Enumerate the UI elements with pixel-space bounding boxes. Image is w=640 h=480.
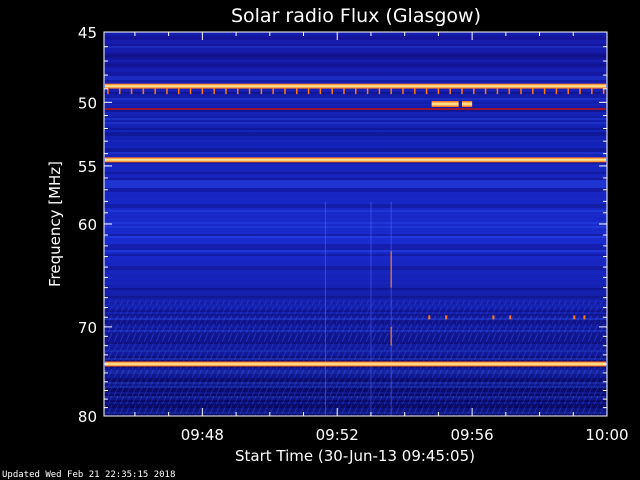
y-tick-label-5: 80 xyxy=(78,408,97,426)
burst-dot xyxy=(509,315,512,320)
bright-band-2 xyxy=(105,361,606,367)
x-tick-label-2: 09:56 xyxy=(451,426,494,444)
burst-blob xyxy=(462,100,473,107)
bright-band-0 xyxy=(105,83,606,89)
burst-dot xyxy=(445,315,448,320)
burst-dot xyxy=(428,315,431,320)
x-tick-label-3: 10:00 xyxy=(585,426,628,444)
x-tick-label-0: 09:48 xyxy=(181,426,224,444)
plot-area xyxy=(103,31,608,417)
y-tick-label-0: 45 xyxy=(78,24,97,42)
y-axis-label: Frequency [MHz] xyxy=(46,161,64,287)
y-tick-label-2: 55 xyxy=(78,158,97,176)
y-tick-label-4: 70 xyxy=(78,319,97,337)
x-axis-label: Start Time (30-Jun-13 09:45:05) xyxy=(235,447,475,465)
spectrogram-figure: Solar radio Flux (Glasgow) 455055607080 … xyxy=(2,5,629,480)
burst-dot xyxy=(573,315,576,320)
burst-dot xyxy=(583,315,586,320)
bright-band-1 xyxy=(105,157,606,163)
burst-dot xyxy=(492,315,495,320)
y-tick-label-1: 50 xyxy=(78,94,97,112)
burst-blob xyxy=(431,100,459,107)
chart-title: Solar radio Flux (Glasgow) xyxy=(231,5,481,27)
updated-footer: Updated Wed Feb 21 22:35:15 2018 xyxy=(2,470,175,480)
y-tick-label-3: 60 xyxy=(78,216,97,234)
x-tick-label-1: 09:52 xyxy=(316,426,359,444)
